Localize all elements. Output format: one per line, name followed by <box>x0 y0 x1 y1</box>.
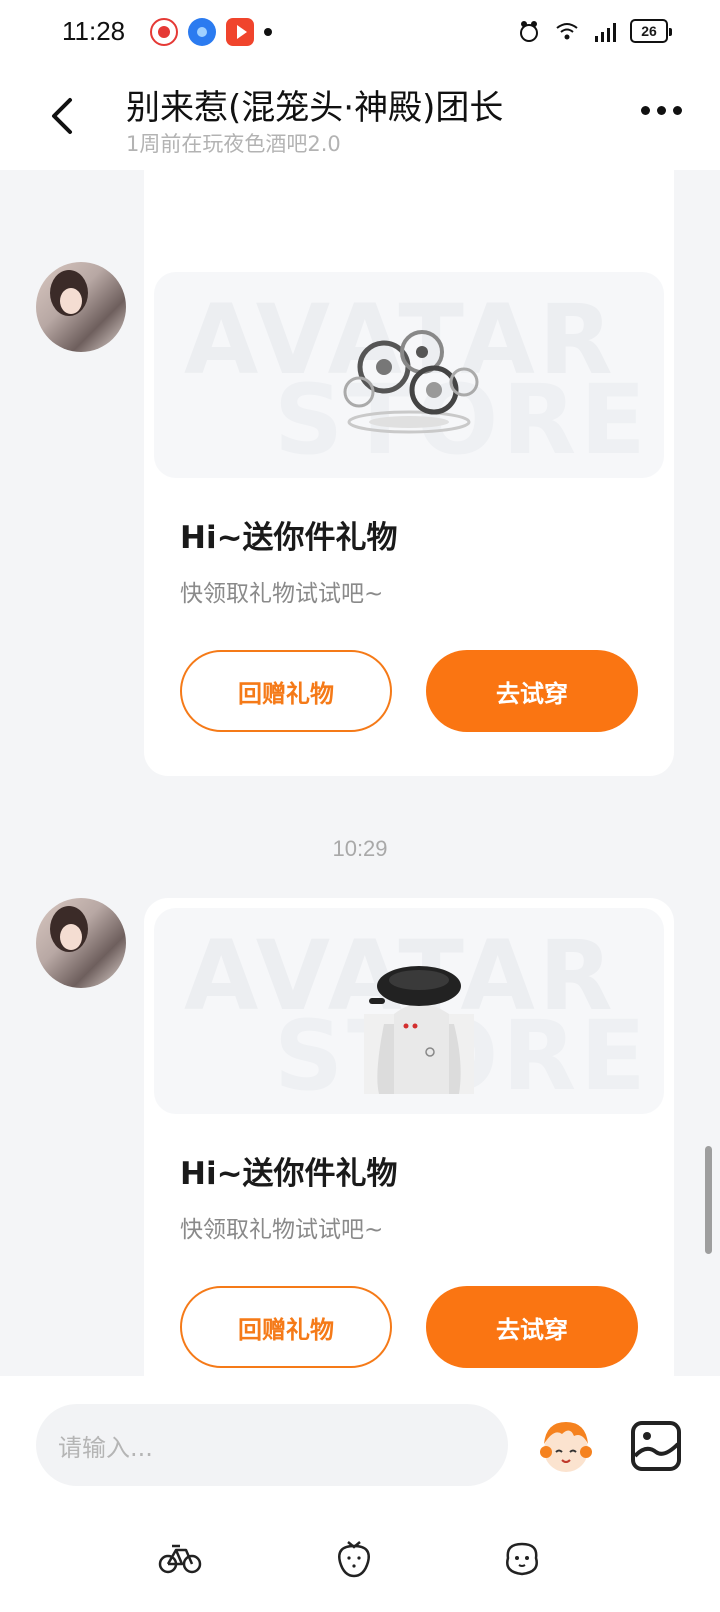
battery-icon: 26 <box>630 19 672 43</box>
status-bar: 11:28 26 <box>0 0 720 66</box>
return-gift-button[interactable]: 回赠礼物 <box>180 1286 392 1368</box>
gift-card-title: Hi~送你件礼物 <box>180 1156 398 1192</box>
gift-banner: AVATAR STORE <box>154 272 664 478</box>
pet-status-icon <box>520 21 538 42</box>
browser-notification-icon <box>188 18 216 46</box>
gift-card-title: Hi~送你件礼物 <box>180 520 398 556</box>
try-on-button[interactable]: 去试穿 <box>426 1286 638 1368</box>
more-button[interactable] <box>641 106 682 115</box>
more-icon <box>641 106 650 115</box>
status-time: 11:28 <box>62 16 126 46</box>
message-input[interactable]: 请输入... <box>36 1404 508 1486</box>
chat-header: 别来惹(混笼头·神殿)团长 1周前在玩夜色酒吧2.0 <box>0 66 720 170</box>
gift-item-gears-image <box>343 330 479 434</box>
gift-card: AVATAR STORE Hi~送你件礼物 快领取礼物试试吧~ 回赠礼物 去试穿 <box>144 262 674 776</box>
pet-icon[interactable] <box>500 1536 544 1580</box>
scrollbar[interactable] <box>705 1146 712 1254</box>
video-notification-icon <box>226 18 254 46</box>
back-icon <box>52 98 72 134</box>
chat-scroll-area[interactable]: AVATAR STORE Hi~送你件礼物 快领取礼物试试吧~ 回赠礼物 去试穿… <box>0 170 720 1376</box>
gift-card: AVATAR STORE Hi~送你件礼物 快领取礼物试试吧~ 回赠礼物 去试穿 <box>144 898 674 1376</box>
sender-avatar[interactable] <box>36 898 126 988</box>
chat-title: 别来惹(混笼头·神殿)团长 <box>126 88 504 128</box>
system-icons: 26 <box>516 18 672 44</box>
notification-icons <box>150 18 272 46</box>
more-notifications-icon <box>264 28 272 36</box>
image-icon[interactable] <box>630 1420 682 1472</box>
gift-card-description: 快领取礼物试试吧~ <box>180 581 384 607</box>
return-gift-button[interactable]: 回赠礼物 <box>180 650 392 732</box>
sender-avatar[interactable] <box>36 262 126 352</box>
bicycle-icon[interactable] <box>158 1536 202 1580</box>
strawberry-icon[interactable] <box>332 1536 376 1580</box>
back-button[interactable] <box>40 94 84 138</box>
try-on-button[interactable]: 去试穿 <box>426 650 638 732</box>
wifi-icon <box>556 23 578 40</box>
signal-icon <box>595 23 616 42</box>
app-notification-icon <box>150 18 178 46</box>
gift-item-hat-image <box>364 966 474 1094</box>
input-bar: 请输入... <box>0 1376 720 1612</box>
chat-subtitle: 1周前在玩夜色酒吧2.0 <box>126 132 341 156</box>
gift-card-description: 快领取礼物试试吧~ <box>180 1217 384 1243</box>
message-timestamp: 10:29 <box>332 836 388 861</box>
sticker-icon[interactable] <box>534 1414 598 1478</box>
gift-banner: AVATAR STORE <box>154 908 664 1114</box>
